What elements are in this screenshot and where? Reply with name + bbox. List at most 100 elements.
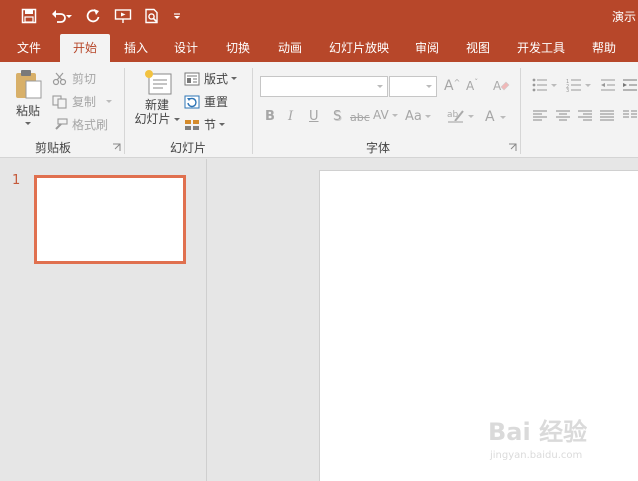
increase-font-size-label: A [444, 78, 454, 94]
tab-view[interactable]: 视图 [456, 34, 500, 62]
copy-button[interactable]: 复制 [52, 93, 113, 110]
decrease-indent-icon [601, 79, 615, 91]
tab-home[interactable]: 开始 [60, 34, 110, 62]
tab-slideshow[interactable]: 幻灯片放映 [322, 34, 396, 62]
shadow-button[interactable]: S [333, 109, 341, 124]
paste-dropdown-icon [25, 122, 31, 125]
tab-design[interactable]: 设计 [164, 34, 208, 62]
tab-animations[interactable]: 动画 [268, 34, 312, 62]
layout-label: 版式 [204, 72, 229, 86]
print-preview-icon[interactable] [141, 5, 163, 27]
clear-formatting-button[interactable]: A [492, 78, 510, 94]
format-painter-icon [55, 117, 68, 130]
bullets-dropdown-icon [551, 83, 557, 87]
change-case-dropdown-icon [424, 115, 431, 118]
align-center-icon [556, 110, 570, 121]
font-name-combobox[interactable] [260, 76, 388, 97]
italic-button[interactable]: I [288, 109, 293, 124]
slide-thumbnail[interactable] [34, 175, 186, 264]
undo-dropdown-icon[interactable] [64, 5, 74, 27]
cut-button[interactable]: 剪切 [52, 70, 96, 87]
tab-transitions[interactable]: 切换 [216, 34, 260, 62]
title-bar: 演示 [0, 0, 638, 34]
character-spacing-button[interactable]: AV [373, 108, 398, 122]
increase-indent-button[interactable] [622, 78, 638, 92]
tab-insert[interactable]: 插入 [112, 34, 160, 62]
strikethrough-button[interactable]: abc [350, 111, 370, 124]
font-name-dropdown-icon[interactable] [377, 85, 383, 88]
ribbon-home: 粘贴 剪切 复制 格式刷 剪贴板 新建 幻灯片 版式 重置 节 幻灯片 A ^ … [0, 62, 638, 158]
customize-qat-icon[interactable] [170, 5, 184, 27]
tab-help[interactable]: 帮助 [582, 34, 626, 62]
ribbon-tabs: 文件 开始 插入 设计 切换 动画 幻灯片放映 审阅 视图 开发工具 帮助 [0, 34, 638, 62]
numbering-button[interactable]: 123 [566, 78, 591, 92]
font-color-button[interactable]: A [485, 109, 506, 125]
tab-developer[interactable]: 开发工具 [510, 34, 572, 62]
paste-button[interactable]: 粘贴 [10, 68, 46, 134]
font-size-dropdown-icon[interactable] [426, 85, 432, 88]
font-color-label: A [485, 109, 495, 125]
font-color-dropdown-icon [499, 115, 506, 119]
columns-button[interactable] [622, 110, 638, 122]
group-divider [252, 68, 253, 154]
underline-button[interactable]: U [309, 109, 319, 124]
bullets-button[interactable] [532, 78, 557, 92]
increase-indent-icon [623, 79, 637, 91]
numbering-dropdown-icon [585, 83, 591, 87]
align-left-icon [533, 110, 547, 121]
watermark: Bai 经验 jingyan.baidu.com [484, 410, 634, 470]
clipboard-launcher-icon[interactable] [112, 143, 121, 152]
align-left-button[interactable] [532, 110, 548, 122]
increase-arrow-icon: ^ [453, 77, 461, 87]
justify-icon [600, 110, 614, 121]
increase-font-size-button[interactable]: A ^ [444, 77, 461, 95]
bullets-icon [532, 78, 547, 92]
reset-button[interactable]: 重置 [184, 93, 228, 110]
format-painter-button[interactable]: 格式刷 [52, 116, 108, 133]
align-center-button[interactable] [555, 110, 571, 122]
align-right-icon [578, 110, 592, 121]
copy-label: 复制 [72, 95, 97, 109]
font-group-label: 字体 [366, 141, 391, 155]
justify-button[interactable] [599, 110, 615, 122]
decrease-font-size-label: A [466, 79, 475, 93]
svg-text:A: A [493, 79, 502, 93]
change-case-button[interactable]: Aa [405, 109, 431, 124]
align-right-button[interactable] [577, 110, 593, 122]
new-slide-label-line1: 新建 [144, 98, 169, 112]
font-size-combobox[interactable] [389, 76, 437, 97]
section-button[interactable]: 节 [184, 116, 226, 133]
decrease-arrow-icon: ˇ [474, 77, 479, 87]
highlight-button[interactable]: ab [447, 108, 474, 124]
redo-icon[interactable] [82, 5, 104, 27]
section-icon [185, 119, 199, 130]
copy-dropdown-icon [106, 100, 113, 103]
font-launcher-icon[interactable] [508, 143, 517, 152]
columns-icon [623, 110, 637, 118]
svg-text:3: 3 [566, 88, 569, 92]
decrease-indent-button[interactable] [600, 78, 616, 92]
reset-label: 重置 [204, 95, 229, 109]
slide-thumbnails-pane: 1 [0, 159, 207, 481]
decrease-font-size-button[interactable]: Aˇ [466, 77, 479, 94]
new-slide-dropdown-icon [173, 117, 180, 121]
tab-review[interactable]: 审阅 [404, 34, 450, 62]
highlight-dropdown-icon [468, 114, 474, 118]
slides-group-label: 幻灯片 [170, 141, 207, 155]
cut-label: 剪切 [72, 72, 97, 86]
bold-button[interactable]: B [265, 109, 275, 124]
watermark-logo: Bai 经验 [488, 418, 588, 446]
slide-number: 1 [12, 173, 21, 188]
section-label: 节 [204, 118, 217, 132]
tab-file[interactable]: 文件 [4, 34, 54, 62]
save-icon[interactable] [18, 5, 40, 27]
new-slide-button[interactable]: 新建 幻灯片 [132, 68, 182, 134]
layout-button[interactable]: 版式 [184, 70, 238, 87]
new-slide-icon [145, 70, 172, 95]
change-case-label: Aa [405, 109, 422, 124]
clear-formatting-icon: A [493, 79, 510, 93]
copy-icon [52, 94, 67, 109]
character-spacing-label: AV [373, 108, 389, 122]
start-slideshow-icon[interactable] [112, 5, 134, 27]
reset-icon [184, 95, 200, 108]
